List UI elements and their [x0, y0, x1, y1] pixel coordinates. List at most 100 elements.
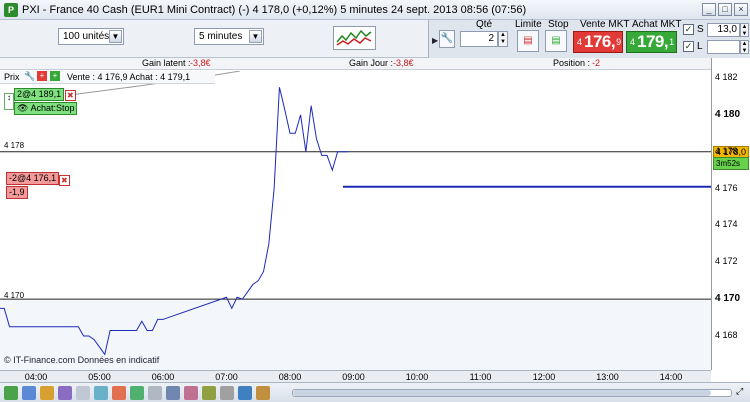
buy-price-tiny: 1 — [669, 37, 675, 47]
price-axis-tick: 4 182 — [715, 72, 738, 82]
stop-loss-stepper[interactable]: ▲ ▼ — [740, 23, 749, 37]
time-axis-tick: 14:00 — [659, 372, 683, 382]
title-bar: P PXI - France 40 Cash (EUR1 Mini Contra… — [0, 0, 750, 20]
window-title: PXI - France 40 Cash (EUR1 Mini Contract… — [22, 3, 527, 16]
buy-price-big: 179, — [637, 32, 669, 51]
time-axis-tick: 07:00 — [215, 372, 238, 382]
price-axis-tick: 4 170 — [715, 293, 741, 305]
wrench-icon[interactable]: 🔧 — [24, 71, 35, 82]
limit-checkbox-label: L — [697, 41, 703, 52]
stop-loss-label: S — [697, 24, 704, 35]
template-icon[interactable] — [58, 386, 72, 400]
buy-plus-icon[interactable]: + — [50, 71, 60, 81]
sell-plus-icon[interactable]: + — [37, 71, 47, 81]
alert-icon[interactable] — [40, 386, 54, 400]
zoom-out-icon[interactable] — [112, 386, 126, 400]
position-pnl-tag: -1,9 — [6, 186, 28, 199]
limit-label: Limite — [515, 19, 542, 30]
buy-price-small: 4 — [630, 37, 636, 47]
sell-mkt-label: Vente MKT — [580, 19, 630, 30]
close-button[interactable]: × — [734, 3, 748, 16]
time-scrollbar[interactable] — [292, 389, 732, 397]
stop-order-icon: ▤ — [551, 35, 561, 46]
collapse-arrow-icon[interactable]: ▶ — [432, 36, 438, 45]
stop-loss-input[interactable]: 13,0 — [707, 23, 740, 37]
limit-input[interactable] — [707, 40, 740, 54]
stop-order-button[interactable]: ▤ — [545, 30, 567, 52]
quantity-input[interactable]: 2 — [460, 31, 498, 47]
limit-stepper[interactable]: ▲ ▼ — [740, 40, 749, 54]
expand-icon[interactable]: ⤢ — [736, 386, 748, 400]
app-logo-icon: P — [4, 2, 18, 17]
candle-countdown: 3m52s — [713, 156, 749, 170]
price-axis-tick: 4 168 — [715, 330, 738, 340]
add-indicator-icon[interactable] — [4, 386, 18, 400]
history-icon[interactable] — [238, 386, 252, 400]
lock-icon[interactable] — [220, 386, 234, 400]
quantity-stepper[interactable]: ▲ ▼ — [498, 31, 508, 47]
price-axis-tick: 4 178 — [715, 145, 738, 156]
sell-market-button[interactable]: 4 176, 9 — [573, 31, 623, 53]
quantity-select[interactable]: 100 unités ▼ — [58, 28, 124, 45]
position-label: Position : — [553, 58, 591, 68]
candlestick-chart-icon — [336, 29, 372, 46]
chevron-down-icon[interactable]: ▼ — [109, 30, 122, 43]
chart-type-button[interactable] — [333, 26, 376, 50]
maximize-button[interactable]: □ — [718, 3, 732, 16]
gain-jour-value: -3,8€ — [393, 58, 414, 68]
window-controls: _ □ × — [702, 3, 748, 16]
buy-market-button[interactable]: 4 179, 1 — [626, 31, 677, 53]
bottom-toolbar: ⤢ — [0, 382, 750, 402]
wrench-icon: 🔧 — [440, 33, 454, 44]
time-axis-tick: 04:00 — [24, 372, 48, 382]
gain-latent-value: -3,8€ — [190, 58, 211, 68]
screenshot-icon[interactable] — [202, 386, 216, 400]
time-axis-tick: 11:00 — [469, 372, 492, 382]
qty-label: Qté — [476, 19, 493, 30]
print-icon[interactable] — [76, 386, 90, 400]
time-axis-tick: 13:00 — [596, 372, 619, 382]
drag-handle-icon[interactable]: ↕ — [4, 93, 14, 110]
minimize-button[interactable]: _ — [702, 3, 716, 16]
cancel-order-icon[interactable]: ✖ — [65, 90, 76, 101]
crosshair-icon[interactable] — [148, 386, 162, 400]
time-axis-tick: 05:00 — [88, 372, 111, 382]
stop-label: Stop — [548, 19, 569, 30]
period-select[interactable]: 5 minutes ▼ — [194, 28, 264, 45]
position-value: -2 — [592, 58, 601, 68]
price-axis-tick: 4 180 — [715, 108, 741, 120]
stop-loss-checkbox[interactable]: ✓ — [683, 24, 694, 35]
price-axis[interactable]: 4 178,0 3m52s 4 182 4 180 4 178 4 176 4 174 4… — [711, 58, 750, 370]
time-axis-tick: 12:00 — [532, 372, 556, 382]
buy-stop-order-tag[interactable]: 2@4 189,1 — [14, 88, 65, 101]
chevron-down-icon[interactable]: ▼ — [249, 30, 262, 43]
level-label-upper: 4 178 — [4, 141, 25, 150]
limit-checkbox[interactable]: ✓ — [683, 41, 694, 52]
layout-icon[interactable] — [184, 386, 198, 400]
drawing-tool-icon[interactable] — [22, 386, 36, 400]
zoom-in-icon[interactable] — [130, 386, 144, 400]
gain-latent-label: Gain latent : — [142, 58, 191, 68]
limit-order-icon: ▤ — [523, 35, 533, 46]
buy-stop-type-tag[interactable]: 👁 Achat:Stop — [14, 102, 78, 115]
buy-stop-type-label: Achat:Stop — [30, 103, 75, 113]
price-axis-tick: 4 174 — [715, 219, 738, 230]
settings-wrench-button[interactable]: 🔧 — [439, 30, 455, 48]
compare-icon[interactable] — [166, 386, 180, 400]
time-axis[interactable]: 04:00 05:00 06:00 07:00 08:00 09:00 10:00 11:00… — [0, 370, 711, 382]
sell-price-small: 4 — [577, 37, 583, 47]
period-select-value: 5 minutes — [199, 31, 243, 42]
close-position-icon[interactable]: ✖ — [59, 175, 70, 186]
position-tag[interactable]: -2@4 176,1 — [6, 172, 60, 185]
export-icon[interactable] — [94, 386, 108, 400]
level-label-lower: 4 170 — [4, 291, 25, 300]
data-source-credit: © IT-Finance.com Données en indicatif — [4, 355, 160, 365]
scrollbar-thumb[interactable] — [293, 390, 711, 396]
limit-order-button[interactable]: ▤ — [517, 30, 539, 52]
sell-price-big: 176, — [584, 32, 616, 51]
buy-mkt-label: Achat MKT — [632, 19, 682, 30]
refresh-icon[interactable] — [256, 386, 270, 400]
sell-price-tiny: 9 — [616, 37, 622, 47]
price-chart[interactable] — [0, 71, 711, 370]
bid-ask-quote: Vente : 4 176,9 Achat : 4 179,1 — [67, 72, 191, 82]
